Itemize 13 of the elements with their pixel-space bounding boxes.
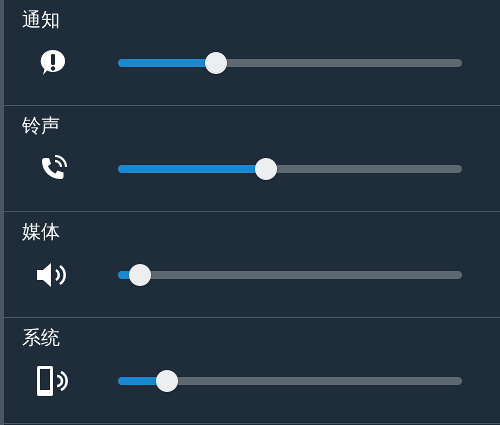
volume-slider[interactable] — [118, 370, 462, 392]
slider-thumb[interactable] — [205, 52, 228, 74]
slider-thumb[interactable] — [254, 158, 277, 180]
channel-label: 系统 — [21, 326, 61, 351]
channel-label: 媒体 — [21, 220, 61, 245]
channel-label: 通知 — [21, 8, 61, 33]
slider-thumb[interactable] — [129, 264, 152, 286]
volume-slider[interactable] — [118, 158, 462, 180]
volume-slider[interactable] — [118, 52, 462, 74]
slider-thumb[interactable] — [156, 370, 178, 392]
channel-label: 铃声 — [21, 114, 61, 139]
phone-sound-icon — [35, 365, 71, 397]
volume-slider[interactable] — [118, 264, 462, 286]
